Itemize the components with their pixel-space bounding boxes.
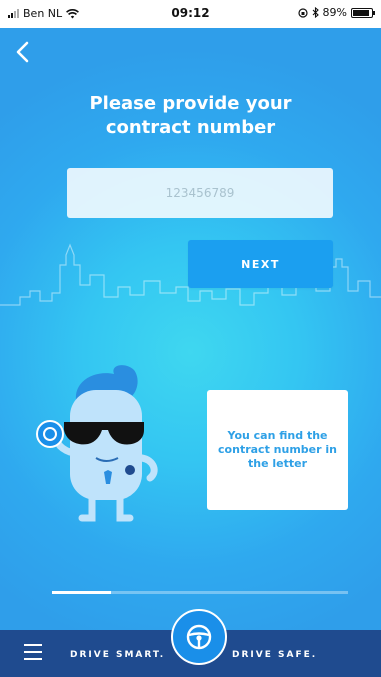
hint-text: You can find the contract number in the … [212, 429, 343, 471]
mascot-illustration [36, 365, 158, 522]
bluetooth-icon [312, 7, 319, 18]
lock-rotation-icon [297, 7, 308, 18]
title-line-2: contract number [105, 117, 276, 138]
steering-wheel-button[interactable] [171, 609, 227, 665]
battery-percent: 89% [322, 6, 347, 19]
steering-wheel-icon [186, 624, 212, 650]
slogan-left: DRIVE SMART. [70, 650, 166, 660]
slogan-right: DRIVE SAFE. [232, 650, 318, 660]
progress-bar [52, 591, 112, 594]
status-bar: Ben NL 09:12 89% [0, 0, 381, 28]
hamburger-menu-icon[interactable] [24, 644, 42, 660]
hint-line-3: the letter [247, 457, 307, 470]
hint-card: You can find the contract number in the … [207, 390, 348, 510]
chevron-left-icon [16, 41, 29, 63]
title-line-1: Please provide your [89, 93, 292, 114]
hint-line-1: You can find the [227, 429, 328, 442]
progress-track [52, 591, 348, 594]
hint-line-2: contract number in [218, 443, 337, 456]
next-button[interactable]: NEXT [188, 240, 333, 288]
status-right: 89% [297, 6, 375, 19]
contract-number-input[interactable] [67, 168, 333, 218]
page-title: Please provide your contract number [0, 92, 381, 140]
battery-icon [351, 7, 375, 18]
back-button[interactable] [12, 40, 34, 64]
